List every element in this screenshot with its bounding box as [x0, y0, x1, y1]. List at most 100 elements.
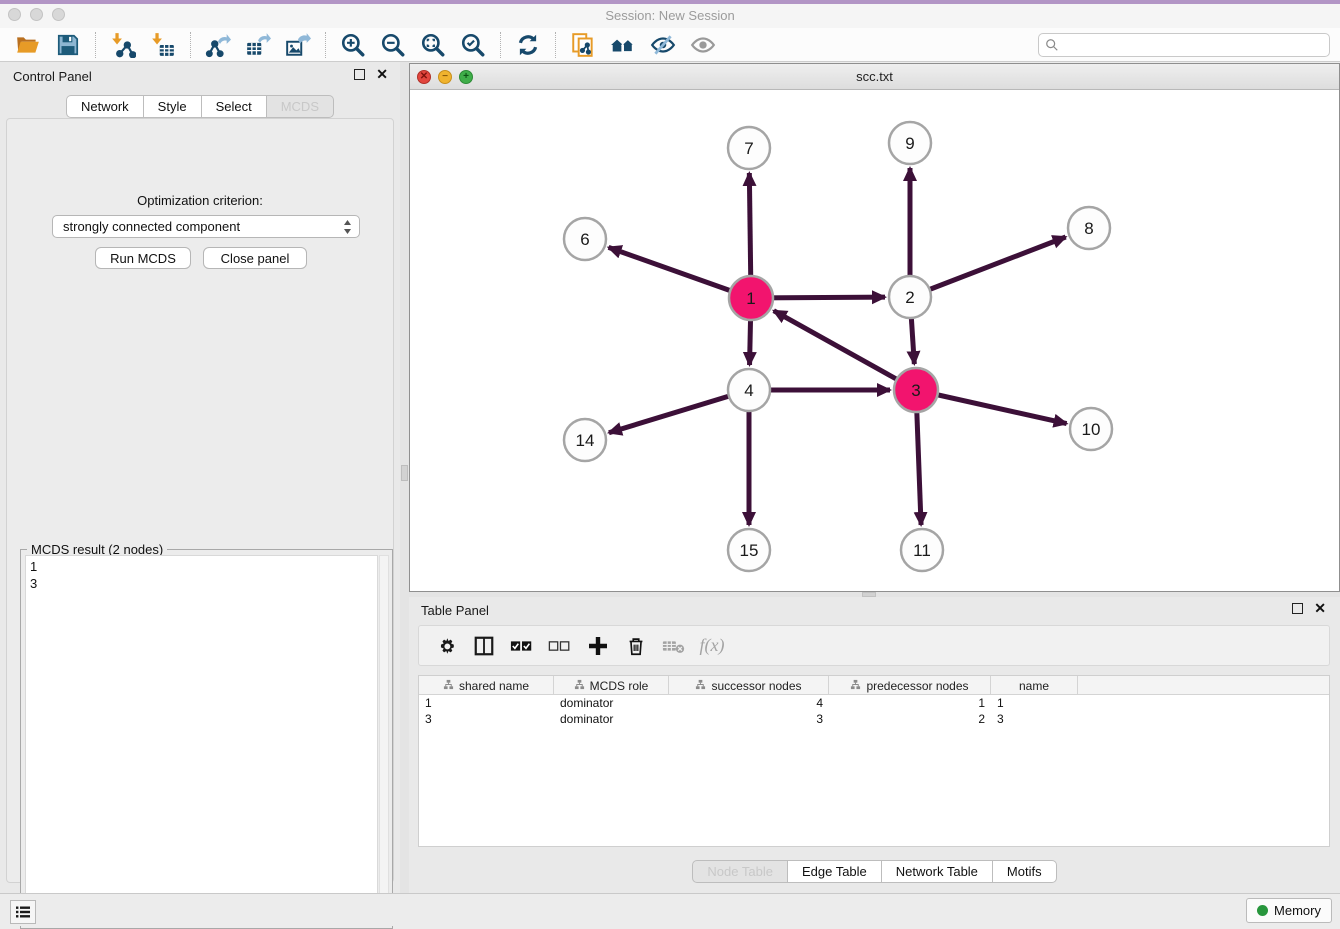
table-header-row: shared name MCDS role successor nodes prede… [419, 676, 1329, 695]
tab-select[interactable]: Select [202, 95, 267, 118]
table-panel: Table Panel ✕ f(x) shared nameMCDS roles… [409, 597, 1340, 893]
column-sort-icon [695, 679, 706, 693]
table-cell[interactable]: 2 [829, 711, 991, 727]
zoom-fit-icon[interactable] [418, 31, 448, 59]
column-header-label: shared name [459, 679, 529, 693]
column-header-shared-name[interactable]: shared name [419, 676, 554, 695]
node-label-7: 7 [744, 139, 753, 158]
node-label-14: 14 [576, 431, 595, 450]
control-panel-title: Control Panel [13, 69, 92, 84]
search-icon [1045, 38, 1059, 52]
table-cell[interactable]: 1 [829, 695, 991, 711]
close-panel-icon[interactable]: ✕ [376, 69, 388, 80]
close-panel-button[interactable]: Close panel [203, 247, 307, 269]
run-mcds-button[interactable]: Run MCDS [95, 247, 191, 269]
close-panel-icon[interactable]: ✕ [1314, 603, 1326, 614]
node-label-11: 11 [913, 541, 931, 560]
network-view-window: ✕ − + scc.txt 1234678910111415 [409, 63, 1340, 592]
refresh-icon[interactable] [513, 31, 543, 59]
network-window-title: scc.txt [410, 69, 1339, 84]
table-cell[interactable]: 3 [669, 711, 829, 727]
optimization-criterion-select[interactable]: strongly connected component [52, 215, 360, 238]
tab-motifs[interactable]: Motifs [993, 860, 1057, 883]
zoom-in-icon[interactable] [338, 31, 368, 59]
export-network-icon[interactable] [203, 31, 233, 59]
float-panel-icon[interactable] [1292, 603, 1303, 614]
table-cell[interactable]: 1 [991, 695, 1078, 711]
column-header-name[interactable]: name [991, 676, 1078, 695]
import-table-icon[interactable] [148, 31, 178, 59]
export-table-icon[interactable] [243, 31, 273, 59]
hide-eye-icon[interactable] [648, 31, 678, 59]
delete-table-icon[interactable] [659, 631, 689, 661]
toolbar-separator [325, 32, 326, 58]
tab-edge-table[interactable]: Edge Table [788, 860, 882, 883]
toolbar-separator [500, 32, 501, 58]
mcds-result-list[interactable]: 1 3 [25, 555, 378, 923]
node-label-2: 2 [905, 288, 914, 307]
toolbar-separator [190, 32, 191, 58]
memory-status-dot [1257, 905, 1268, 916]
search-input[interactable] [1059, 38, 1323, 52]
table-cell[interactable]: 1 [419, 695, 554, 711]
node-label-3: 3 [911, 381, 920, 400]
neighbors-houses-icon[interactable] [608, 31, 638, 59]
tab-mcds[interactable]: MCDS [267, 95, 334, 118]
delete-trash-icon[interactable] [621, 631, 651, 661]
tab-style[interactable]: Style [144, 95, 202, 118]
node-label-4: 4 [744, 381, 753, 400]
table-cell[interactable]: dominator [554, 711, 669, 727]
vertical-splitter[interactable] [400, 62, 409, 893]
column-header-label: successor nodes [711, 679, 801, 693]
mcds-result-group: MCDS result (2 nodes) 1 3 [20, 549, 393, 929]
table-row[interactable]: 3dominator323 [419, 711, 1329, 727]
memory-label: Memory [1274, 903, 1321, 918]
zoom-selected-icon[interactable] [458, 31, 488, 59]
clone-network-icon[interactable] [568, 31, 598, 59]
add-column-plus-icon[interactable] [583, 631, 613, 661]
deselect-all-checkboxes-icon[interactable] [545, 631, 575, 661]
show-eye-icon[interactable] [688, 31, 718, 59]
tab-network[interactable]: Network [66, 95, 144, 118]
edge-2-8[interactable] [910, 237, 1066, 297]
column-header-label: MCDS role [590, 679, 649, 693]
network-canvas[interactable]: 1234678910111415 [410, 90, 1339, 591]
show-columns-icon[interactable] [469, 631, 499, 661]
table-panel-tabs: Node TableEdge TableNetwork TableMotifs [692, 860, 1056, 883]
column-header-successor-nodes[interactable]: successor nodes [669, 676, 829, 695]
status-bar: Memory [0, 893, 1340, 926]
tab-node-table[interactable]: Node Table [692, 860, 788, 883]
window-title: Session: New Session [0, 8, 1340, 23]
table-row[interactable]: 1dominator411 [419, 695, 1329, 711]
zoom-out-icon[interactable] [378, 31, 408, 59]
splitter-grip[interactable] [401, 465, 408, 481]
column-header-MCDS-role[interactable]: MCDS role [554, 676, 669, 695]
column-header-predecessor-nodes[interactable]: predecessor nodes [829, 676, 991, 695]
task-history-icon[interactable] [10, 900, 36, 924]
select-all-checkboxes-icon[interactable] [507, 631, 537, 661]
table-panel-title: Table Panel [421, 603, 489, 618]
search-field[interactable] [1038, 33, 1330, 57]
control-panel-header: Control Panel ✕ [0, 62, 400, 90]
edge-3-1[interactable] [774, 311, 916, 390]
table-cell[interactable]: dominator [554, 695, 669, 711]
table-cell[interactable]: 4 [669, 695, 829, 711]
node-table[interactable]: shared name MCDS role successor nodes prede… [418, 675, 1330, 847]
open-folder-icon[interactable] [13, 31, 43, 59]
export-image-icon[interactable] [283, 31, 313, 59]
result-scrollbar[interactable] [379, 555, 389, 923]
table-cell[interactable]: 3 [419, 711, 554, 727]
network-window-titlebar[interactable]: ✕ − + scc.txt [410, 64, 1339, 90]
table-settings-gear-icon[interactable] [431, 631, 461, 661]
node-label-15: 15 [740, 541, 759, 560]
import-network-icon[interactable] [108, 31, 138, 59]
float-panel-icon[interactable] [354, 69, 365, 80]
function-builder-icon[interactable]: f(x) [697, 631, 727, 661]
column-header-label: name [1019, 679, 1049, 693]
column-sort-icon [443, 679, 454, 693]
table-cell[interactable]: 3 [991, 711, 1078, 727]
node-label-6: 6 [580, 230, 589, 249]
tab-network-table[interactable]: Network Table [882, 860, 993, 883]
memory-button[interactable]: Memory [1246, 898, 1332, 923]
save-icon[interactable] [53, 31, 83, 59]
